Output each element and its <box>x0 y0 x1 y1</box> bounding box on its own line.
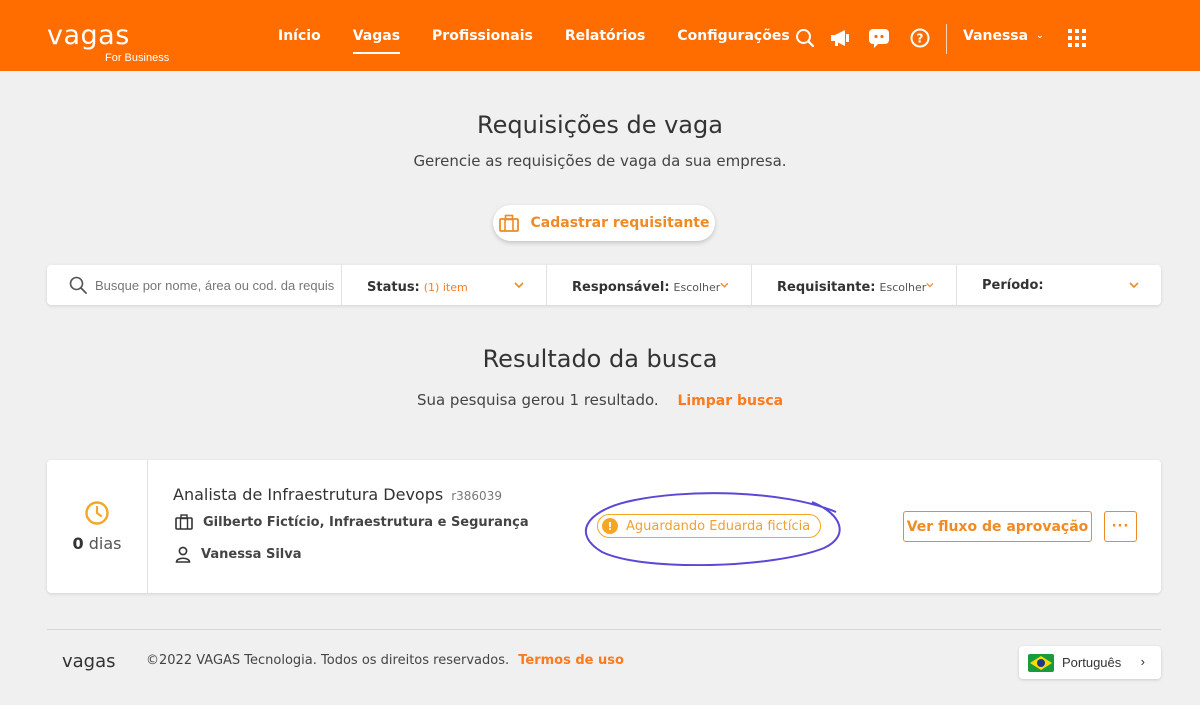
view-approval-flow-button[interactable]: Ver fluxo de aprovação <box>903 511 1092 542</box>
chevron-right-icon: › <box>1140 654 1145 669</box>
days-open: 0 dias <box>47 460 148 593</box>
logo-subtitle: For Business <box>105 52 170 64</box>
clock-icon <box>85 501 109 525</box>
responsavel-filter-label: Responsável: <box>572 279 670 295</box>
results-summary: Sua pesquisa gerou 1 resultado. <box>416 391 659 409</box>
search-icon <box>69 276 87 294</box>
status-text: Aguardando Eduarda fictícia <box>626 518 811 534</box>
vagas-logo[interactable]: vagas For Business <box>47 20 169 64</box>
main-nav: Início Vagas Profissionais Relatórios Co… <box>262 0 806 71</box>
svg-text:?: ? <box>917 32 924 46</box>
status-filter-label: Status: <box>367 279 420 295</box>
job-title-row: Analista de Infraestrutura Devops r38603… <box>173 485 502 504</box>
requisitante-filter-label: Requisitante: <box>777 279 876 295</box>
periodo-filter-label: Período: <box>982 277 1044 293</box>
language-label: Português <box>1062 655 1122 670</box>
page-title: Requisições de vaga <box>477 111 723 139</box>
user-name: Vanessa <box>963 28 1029 44</box>
user-menu[interactable]: Vanessa ⌄ <box>963 28 1044 44</box>
page-subtitle: Gerencie as requisições de vaga da sua e… <box>413 152 787 170</box>
nav-relatorios[interactable]: Relatórios <box>549 0 662 71</box>
status-badge: ! Aguardando Eduarda fictícia <box>597 514 822 538</box>
search-input[interactable] <box>95 277 335 293</box>
requester-area: Gilberto Fictício, Infraestrutura e Segu… <box>203 514 529 530</box>
more-options-button[interactable]: ··· <box>1104 511 1137 542</box>
copyright-row: ©2022 VAGAS Tecnologia. Todos os direito… <box>146 653 624 668</box>
nav-inicio[interactable]: Início <box>262 0 337 71</box>
chevron-down-icon <box>720 282 729 288</box>
terms-link[interactable]: Termos de uso <box>518 653 624 668</box>
language-selector[interactable]: Português › <box>1019 646 1161 679</box>
warning-icon: ! <box>602 518 618 534</box>
job-title[interactable]: Analista de Infraestrutura Devops <box>173 485 443 504</box>
chevron-down-icon <box>926 283 934 288</box>
top-navbar: vagas For Business Início Vagas Profissi… <box>0 0 1200 71</box>
logo-text: vagas <box>47 20 130 51</box>
responsavel-filter-value: Escolher <box>673 280 721 294</box>
owner-row: Vanessa Silva <box>175 546 302 563</box>
footer-logo: vagas <box>62 651 116 672</box>
chevron-down-icon <box>1129 282 1139 289</box>
responsavel-filter[interactable]: Responsável: Escolher <box>547 265 752 305</box>
help-icon[interactable]: ? <box>909 27 931 49</box>
megaphone-icon[interactable] <box>829 27 851 49</box>
register-requester-label: Cadastrar requisitante <box>530 215 710 231</box>
chat-icon[interactable] <box>868 27 890 49</box>
days-unit: dias <box>88 534 122 553</box>
periodo-filter[interactable]: Período: <box>957 265 1161 305</box>
footer-divider <box>47 629 1161 630</box>
chevron-down-icon <box>514 282 524 289</box>
requisitante-filter-value: Escolher <box>879 280 927 294</box>
nav-vagas[interactable]: Vagas <box>337 0 416 71</box>
briefcase-icon <box>498 214 519 232</box>
nav-profissionais[interactable]: Profissionais <box>416 0 549 71</box>
job-code: r386039 <box>451 489 502 503</box>
briefcase-icon <box>175 514 193 530</box>
status-filter-value: (1) item <box>423 280 468 294</box>
person-icon <box>175 546 191 563</box>
requester-row: Gilberto Fictício, Infraestrutura e Segu… <box>175 514 529 530</box>
results-summary-row: Sua pesquisa gerou 1 resultado. Limpar b… <box>0 391 1200 409</box>
filter-bar: Status:(1) item Responsável:Escolher Req… <box>47 265 1161 305</box>
clear-search-link[interactable]: Limpar busca <box>677 393 783 409</box>
brazil-flag-icon <box>1028 653 1054 672</box>
search-icon[interactable] <box>794 27 816 49</box>
requisitante-filter[interactable]: Requisitante: Escolher <box>752 265 957 305</box>
results-title: Resultado da busca <box>482 345 718 373</box>
copyright-text: ©2022 VAGAS Tecnologia. Todos os direito… <box>146 653 510 668</box>
days-count: 0 <box>72 534 84 553</box>
owner-name: Vanessa Silva <box>201 547 302 562</box>
nav-configuracoes[interactable]: Configurações <box>661 0 805 71</box>
search-box <box>47 265 342 305</box>
register-requester-button[interactable]: Cadastrar requisitante <box>493 205 715 241</box>
chevron-down-icon: ⌄ <box>1036 31 1044 41</box>
status-filter[interactable]: Status: (1) item <box>342 265 547 305</box>
requisition-card: 0 dias Analista de Infraestrutura Devops… <box>47 460 1161 593</box>
header-separator <box>946 24 947 54</box>
apps-grid-icon[interactable] <box>1066 27 1088 49</box>
